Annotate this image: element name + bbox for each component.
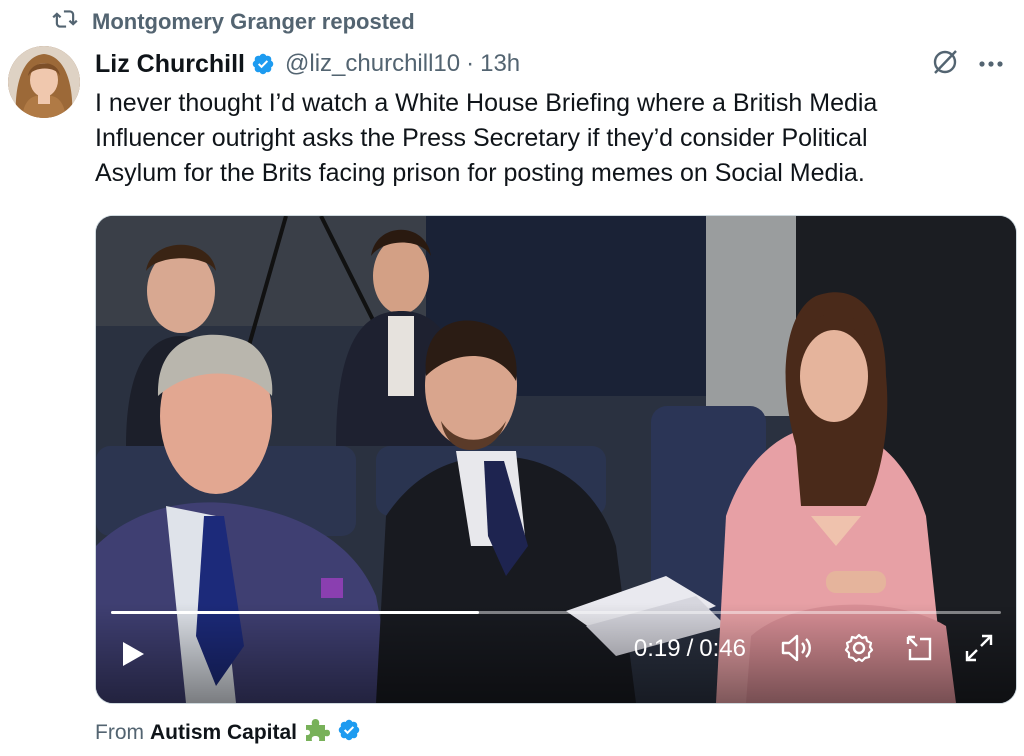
- current-time: 0:19: [633, 635, 681, 662]
- volume-icon[interactable]: [780, 633, 814, 663]
- repost-label: Montgomery Granger reposted: [92, 9, 415, 34]
- fullscreen-icon[interactable]: [964, 633, 994, 663]
- time-separator: /: [686, 635, 694, 662]
- puzzle-piece-icon: [303, 717, 331, 749]
- progress-fill: [111, 611, 479, 614]
- duration: 0:46: [699, 635, 746, 662]
- tweet-header: Liz Churchill @liz_churchill10 · 13h: [95, 46, 1004, 82]
- settings-icon[interactable]: [844, 633, 874, 663]
- video-source: From Autism Capital: [95, 717, 361, 749]
- source-account-link[interactable]: Autism Capital: [150, 721, 297, 745]
- tweet-text: I never thought I’d watch a White House …: [95, 86, 995, 191]
- author-name[interactable]: Liz Churchill: [95, 50, 245, 79]
- author-handle[interactable]: @liz_churchill10: [285, 50, 460, 78]
- tweet-text-line: Influencer outright asks the Press Secre…: [95, 124, 868, 152]
- time-readout: 0:19 / 0:46: [634, 635, 746, 663]
- progress-bar[interactable]: [111, 611, 1001, 614]
- video-controls: 0:19 / 0:46: [96, 603, 1016, 703]
- dot-separator: ·: [466, 50, 475, 77]
- video-player[interactable]: 0:19 / 0:46: [95, 215, 1017, 704]
- verified-badge-icon: [337, 718, 361, 748]
- avatar[interactable]: [8, 46, 80, 118]
- play-icon[interactable]: [120, 641, 146, 672]
- repost-context[interactable]: Montgomery Granger reposted: [52, 8, 415, 36]
- verified-badge-icon[interactable]: [251, 52, 275, 76]
- grok-icon[interactable]: [930, 47, 960, 82]
- source-prefix: From: [95, 721, 144, 744]
- retweet-icon: [52, 8, 78, 36]
- tweet-text-line: Asylum for the Brits facing prison for p…: [95, 159, 865, 187]
- timestamp[interactable]: 13h: [480, 50, 520, 78]
- dock-icon[interactable]: [904, 633, 934, 663]
- tweet-text-line: I never thought I’d watch a White House …: [95, 89, 878, 117]
- more-options-icon[interactable]: [978, 55, 1004, 73]
